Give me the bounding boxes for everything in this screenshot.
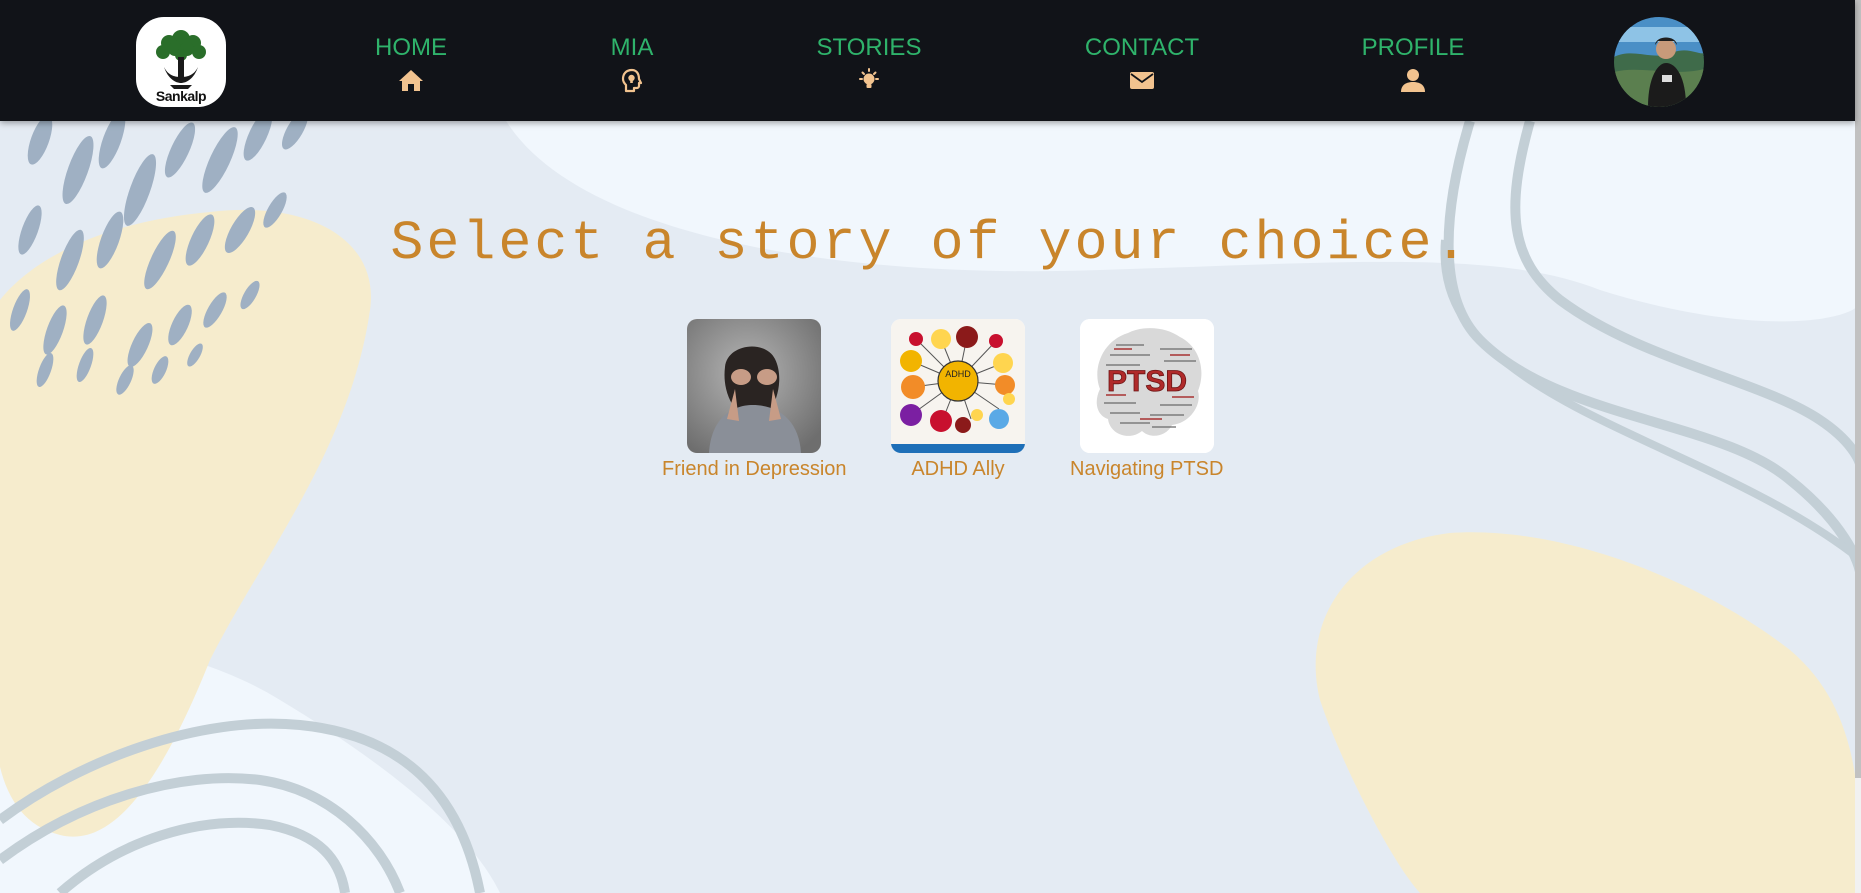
top-navbar: Sankalp HOME MIA STORIES CONTACT PROFILE [0,0,1855,121]
story-card-ptsd[interactable]: PTSD Navigating PTSD [1070,319,1223,481]
nav-profile-label: PROFILE [1361,34,1465,61]
nav-contact-label: CONTACT [1084,34,1200,61]
story-label-ptsd[interactable]: Navigating PTSD [1070,458,1223,481]
nav-mia[interactable]: MIA [552,34,712,93]
ptsd-brain-wordcloud[interactable]: PTSD [1079,319,1214,453]
depression-image [687,319,822,453]
nav-home-label: HOME [375,34,447,61]
story-label-depression[interactable]: Friend in Depression [662,458,847,481]
avatar-photo [1614,17,1704,107]
depressed-person-photo[interactable] [687,319,822,453]
brand-name: Sankalp [155,88,207,104]
yellow-blob-right [1315,532,1861,893]
head-lightbulb-icon [621,68,643,93]
nav-home[interactable]: HOME [331,34,491,93]
envelope-icon [1130,72,1154,89]
nav-mia-label: MIA [610,34,654,61]
svg-text:PTSD: PTSD [1107,365,1187,398]
story-card-adhd[interactable]: ADHD ADHD Ally [891,319,1025,481]
adhd-mindmap-image[interactable]: ADHD [891,319,1025,453]
adhd-mindmap: ADHD [891,319,1025,453]
nav-stories-label: STORIES [816,34,922,61]
scrollbar-thumb[interactable] [1855,0,1861,778]
user-icon [1401,69,1425,92]
story-label-adhd[interactable]: ADHD Ally [891,458,1025,481]
sankalp-logo[interactable]: Sankalp [136,17,226,107]
profile-avatar[interactable] [1614,17,1704,107]
story-card-depression[interactable]: Friend in Depression [662,319,847,481]
nav-contact[interactable]: CONTACT [1062,34,1222,93]
nav-profile[interactable]: PROFILE [1333,34,1493,93]
home-icon [399,70,423,91]
nav-stories[interactable]: STORIES [789,34,949,93]
ptsd-brain: PTSD [1079,319,1214,453]
svg-text:ADHD: ADHD [945,369,971,379]
page-heading: Select a story of your choice. [390,212,1471,275]
lightbulb-icon [859,68,879,88]
